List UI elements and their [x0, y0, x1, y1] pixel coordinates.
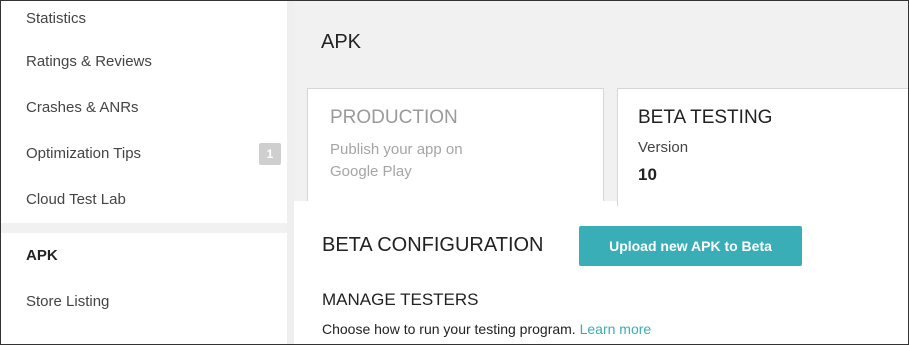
main-content: APK PRODUCTION Publish your app on Googl… — [294, 1, 908, 344]
sidebar-group-separator — [1, 223, 287, 233]
tab-production-description: Publish your app on Google Play — [330, 141, 463, 180]
sidebar-item-label: Statistics — [26, 10, 87, 27]
optimization-tips-count-badge: 1 — [259, 143, 281, 165]
sidebar-item-label: Store Listing — [26, 293, 110, 310]
sidebar-item-label: Cloud Test Lab — [26, 191, 126, 208]
beta-configuration-panel: BETA CONFIGURATION Upload new APK to Bet… — [294, 201, 908, 344]
page-header: APK PRODUCTION Publish your app on Googl… — [294, 1, 908, 206]
sidebar-group-analytics: Statistics Ratings & Reviews Crashes & A… — [1, 1, 287, 223]
sidebar-item-crashes-anrs[interactable]: Crashes & ANRs — [1, 85, 287, 131]
tab-beta-testing[interactable]: BETA TESTING Version 10 — [617, 88, 908, 206]
sidebar-item-label: Optimization Tips — [26, 145, 142, 162]
app-window: Statistics Ratings & Reviews Crashes & A… — [0, 0, 909, 345]
manage-testers-title: MANAGE TESTERS — [322, 290, 479, 309]
manage-testers-text: Choose how to run your testing program. — [322, 321, 576, 337]
sidebar-item-label: Ratings & Reviews — [26, 53, 152, 70]
sidebar-item-label: Crashes & ANRs — [26, 99, 139, 116]
sidebar-item-label: APK — [26, 247, 58, 264]
sidebar-item-optimization-tips[interactable]: Optimization Tips 1 — [1, 131, 287, 177]
sidebar-group-release: APK Store Listing — [1, 233, 287, 325]
tab-beta-title: BETA TESTING — [638, 107, 773, 128]
sidebar-item-apk[interactable]: APK — [1, 233, 287, 279]
sidebar: Statistics Ratings & Reviews Crashes & A… — [1, 1, 287, 344]
tab-production-title: PRODUCTION — [330, 107, 458, 128]
beta-version-value: 10 — [638, 165, 657, 184]
sidebar-item-store-listing[interactable]: Store Listing — [1, 279, 287, 325]
tab-production[interactable]: PRODUCTION Publish your app on Google Pl… — [307, 88, 604, 201]
sidebar-item-cloud-test-lab[interactable]: Cloud Test Lab — [1, 177, 287, 223]
learn-more-link[interactable]: Learn more — [580, 321, 652, 337]
sidebar-item-statistics[interactable]: Statistics — [1, 1, 287, 39]
page-title: APK — [321, 31, 362, 53]
beta-version-label: Version — [638, 139, 689, 156]
manage-testers-description: Choose how to run your testing program. … — [322, 321, 651, 337]
sidebar-divider — [287, 1, 294, 344]
sidebar-item-ratings-reviews[interactable]: Ratings & Reviews — [1, 39, 287, 85]
beta-configuration-title: BETA CONFIGURATION — [322, 234, 544, 256]
upload-apk-beta-button[interactable]: Upload new APK to Beta — [579, 226, 802, 266]
